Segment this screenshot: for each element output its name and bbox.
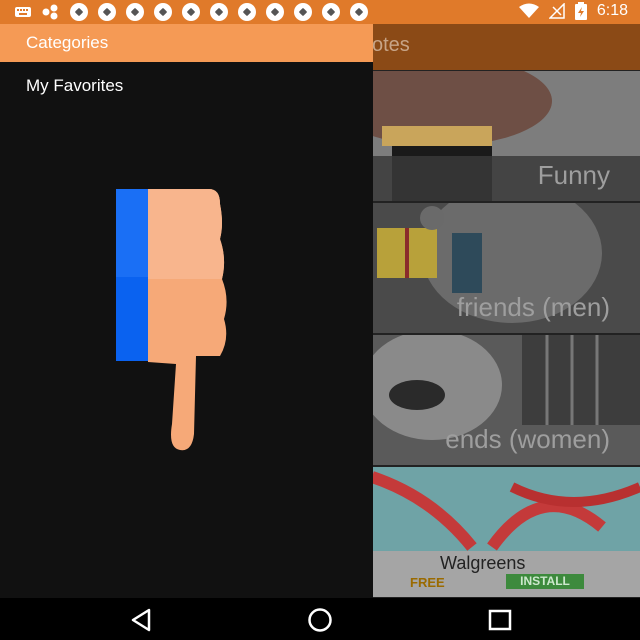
soccer-ball-icon <box>182 3 200 21</box>
soccer-ball-icon <box>322 3 340 21</box>
keyboard-icon <box>15 7 31 17</box>
app-title: otes <box>372 34 410 56</box>
system-nav-bar <box>0 598 640 640</box>
soccer-ball-icon <box>210 3 228 21</box>
battery-icon <box>574 2 587 20</box>
navigation-drawer: Categories My Favorites <box>0 24 373 598</box>
signal-icon <box>548 3 565 19</box>
ad-install-button[interactable]: INSTALL <box>506 574 584 589</box>
drawer-header[interactable]: Categories <box>0 24 373 62</box>
category-label: Funny <box>537 160 610 190</box>
status-notification-icons <box>14 3 368 21</box>
soccer-ball-icon <box>294 3 312 21</box>
status-system-icons: 6:18 <box>518 2 628 20</box>
category-card-funny[interactable]: Funny <box>372 71 640 201</box>
category-label: friends (men) <box>456 292 610 322</box>
recents-icon[interactable] <box>487 607 513 633</box>
drawer-item-my-favorites[interactable]: My Favorites <box>26 76 123 96</box>
status-bar: 6:18 <box>0 0 640 24</box>
soccer-ball-icon <box>266 3 284 21</box>
back-icon[interactable] <box>128 607 154 633</box>
share-icon <box>42 4 58 20</box>
ad-image <box>372 467 640 557</box>
soccer-ball-icon <box>238 3 256 21</box>
ad-footer: Walgreens FREE INSTALL <box>372 551 640 597</box>
soccer-ball-icon <box>98 3 116 21</box>
wifi-icon <box>518 3 539 18</box>
category-card-friends-women[interactable]: ends (women) <box>372 335 640 465</box>
soccer-ball-icon <box>70 3 88 21</box>
ad-banner[interactable]: Walgreens FREE INSTALL <box>372 467 640 597</box>
soccer-ball-icon <box>126 3 144 21</box>
category-label: ends (women) <box>445 424 610 454</box>
home-icon[interactable] <box>307 607 333 633</box>
drawer-header-label: Categories <box>26 33 109 52</box>
soccer-ball-icon <box>154 3 172 21</box>
soccer-ball-icon <box>350 3 368 21</box>
thumbs-down-icon <box>116 189 227 451</box>
ad-free-label: FREE <box>410 575 445 590</box>
status-time: 6:18 <box>596 2 628 19</box>
category-card-friends-men[interactable]: friends (men) <box>372 203 640 333</box>
ad-title: Walgreens <box>440 553 526 573</box>
